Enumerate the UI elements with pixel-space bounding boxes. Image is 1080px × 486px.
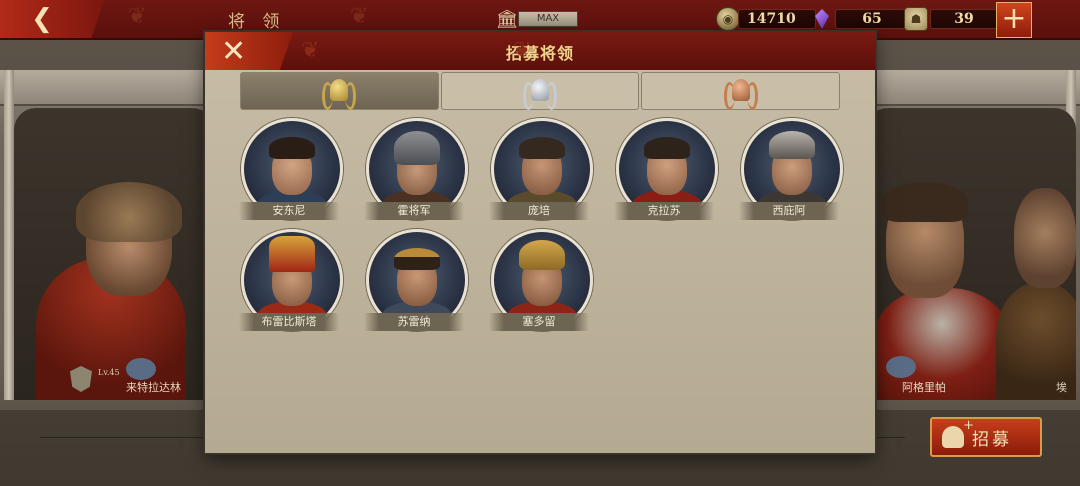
general-card[interactable]: 西庇阿 — [739, 118, 843, 224]
gold-helmet-laurel-icon — [320, 76, 358, 110]
general-name: 霍将军 — [364, 202, 464, 220]
general-card[interactable]: 苏雷纳 — [364, 229, 468, 335]
gem-value: 65 — [835, 9, 909, 29]
general-name: 西庇阿 — [739, 202, 839, 220]
museum-level[interactable]: 🏛 MAX — [496, 8, 578, 30]
recruit-button-label: 招募 — [972, 429, 1012, 450]
general-name: 克拉苏 — [614, 202, 714, 220]
museum-level-value: MAX — [518, 11, 578, 27]
general-card[interactable]: 克拉苏 — [614, 118, 718, 224]
coin-value: 14710 — [738, 9, 816, 29]
rarity-tabs — [240, 72, 841, 110]
coin-icon: ◉ — [716, 7, 740, 31]
laurel-icon: ❦ — [350, 4, 369, 29]
back-arrow-icon: ❮ — [31, 4, 53, 34]
pillar — [4, 70, 14, 400]
general-card[interactable]: 庞培 — [489, 118, 593, 224]
coin-counter[interactable]: ◉ 14710 — [716, 7, 816, 31]
soldier-helmet-icon: ☗ — [904, 7, 928, 31]
hero-alcove-right[interactable]: 阿格里帕 埃 — [866, 108, 1076, 400]
soldier-value: 39 — [930, 9, 998, 29]
page-title: 将 领 — [228, 12, 286, 32]
recruit-general-dialog: ✕ ❦ 招募将领 ❦ 安东尼 霍将军 庞培 克拉苏 西庇阿 布雷比斯塔 苏雷纳 … — [205, 32, 875, 453]
general-name: 苏雷纳 — [364, 313, 464, 331]
general-name: 塞多留 — [489, 313, 589, 331]
soldier-counter[interactable]: ☗ 39 — [904, 7, 998, 31]
hero-head — [1014, 188, 1076, 288]
hero-level: Lv.45 — [98, 368, 120, 377]
hero-hair — [882, 182, 968, 222]
back-button[interactable]: ❮ — [0, 0, 104, 38]
hero-name: 埃 — [1056, 381, 1067, 394]
rank-badge-icon — [886, 356, 916, 378]
divider — [875, 437, 905, 438]
tab-gold[interactable] — [240, 72, 439, 110]
laurel-icon: ❦ — [128, 4, 147, 29]
general-name: 庞培 — [489, 202, 589, 220]
general-name: 布雷比斯塔 — [239, 313, 339, 331]
general-card[interactable]: 安东尼 — [239, 118, 343, 224]
divider — [40, 437, 205, 438]
dialog-title: 招募将领 — [505, 44, 574, 63]
hero-name: 阿格里帕 — [902, 381, 946, 394]
rank-badge-icon — [126, 358, 156, 380]
hero-name: 来特拉达林 — [126, 381, 181, 394]
helmet-plus-icon — [942, 418, 974, 448]
hero-alcove-left[interactable]: Lv.45 来特拉达林 — [14, 108, 214, 400]
general-card[interactable]: 布雷比斯塔 — [239, 229, 343, 335]
general-card[interactable]: 霍将军 — [364, 118, 468, 224]
add-resource-button[interactable]: + — [996, 2, 1032, 38]
lion-pelt — [76, 182, 182, 242]
gem-icon — [815, 9, 829, 29]
tab-silver[interactable] — [440, 72, 640, 110]
gem-counter[interactable]: 65 — [815, 8, 909, 30]
recruit-button[interactable]: 招募 — [930, 417, 1042, 457]
tab-bronze[interactable] — [641, 72, 841, 110]
general-name: 安东尼 — [239, 202, 339, 220]
temple-icon: 🏛 — [495, 8, 519, 30]
general-card[interactable]: 塞多留 — [489, 229, 593, 335]
silver-helmet-laurel-icon — [521, 76, 559, 110]
dialog-header: ✕ ❦ 招募将领 ❦ — [205, 32, 875, 70]
laurel-icon: ❦ — [513, 38, 532, 63]
bronze-helmet-laurel-icon — [722, 76, 760, 110]
